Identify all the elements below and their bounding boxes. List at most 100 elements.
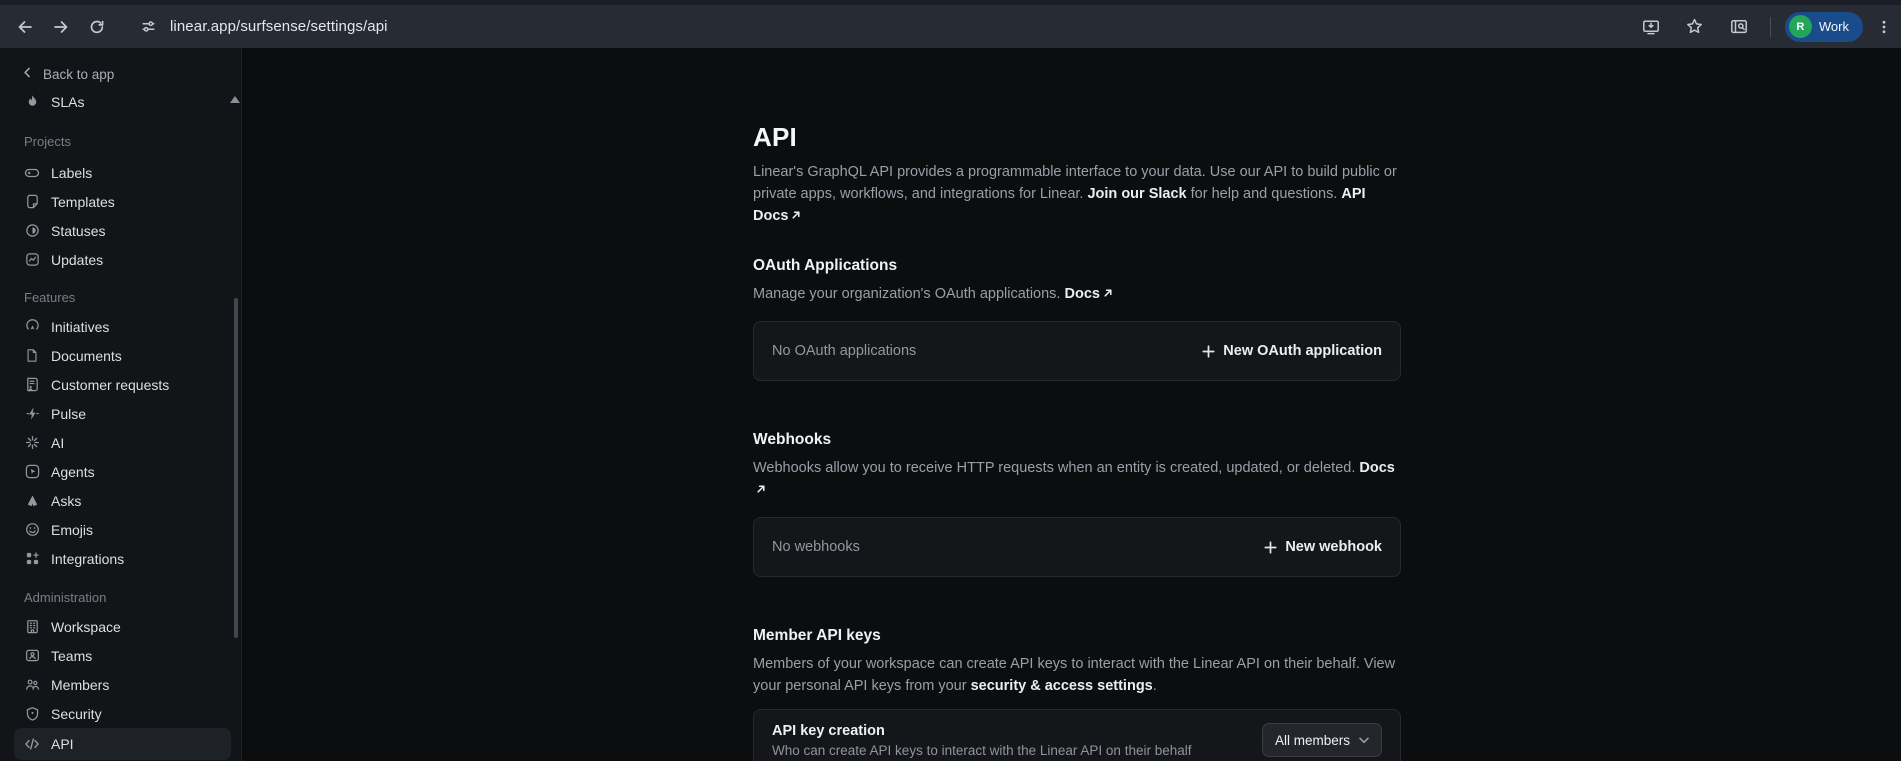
- sidebar-item-security[interactable]: Security: [0, 699, 241, 728]
- sidebar-item-templates[interactable]: Templates: [0, 187, 241, 216]
- teams-icon: [24, 648, 40, 664]
- sidebar-item-api[interactable]: API: [14, 728, 231, 760]
- sidebar-section-projects: Projects: [24, 132, 241, 152]
- sidebar-item-labels[interactable]: Labels: [0, 158, 241, 187]
- sidebar-item-label: Emojis: [51, 522, 93, 538]
- back-to-app-label: Back to app: [43, 67, 114, 82]
- sidebar-item-label: API: [51, 736, 74, 752]
- new-webhook-label: New webhook: [1285, 539, 1382, 555]
- sidebar-item-teams[interactable]: Teams: [0, 641, 241, 670]
- oauth-description-text: Manage your organization's OAuth applica…: [753, 286, 1064, 302]
- sidebar-item-agents[interactable]: Agents: [0, 457, 241, 486]
- new-webhook-button[interactable]: New webhook: [1264, 539, 1382, 555]
- sidebar-item-label: Labels: [51, 165, 92, 181]
- oauth-applications-card: No OAuth applications New OAuth applicat…: [753, 321, 1401, 381]
- integrations-icon: [24, 551, 40, 567]
- search-panel-icon[interactable]: [1722, 10, 1756, 44]
- new-oauth-application-button[interactable]: New OAuth application: [1202, 343, 1382, 359]
- sidebar-item-label: Customer requests: [51, 377, 169, 393]
- sidebar-item-documents[interactable]: Documents: [0, 341, 241, 370]
- sidebar-item-label: Templates: [51, 194, 115, 210]
- url-text[interactable]: linear.app/surfsense/settings/api: [170, 18, 388, 35]
- scroll-up-indicator: [230, 96, 240, 103]
- member-api-keys-description: Members of your workspace can create API…: [753, 653, 1401, 697]
- site-settings-icon[interactable]: [136, 15, 160, 39]
- dropdown-value: All members: [1275, 733, 1350, 748]
- join-slack-link[interactable]: Join our Slack: [1087, 186, 1186, 202]
- emoji-icon: [24, 522, 40, 538]
- sidebar-item-label: Workspace: [51, 619, 121, 635]
- bookmark-star-icon[interactable]: [1678, 10, 1712, 44]
- sidebar-item-statuses[interactable]: Statuses: [0, 216, 241, 245]
- plus-icon: [1264, 541, 1277, 554]
- forward-arrow-icon[interactable]: [44, 10, 78, 44]
- chevron-down-icon: [1359, 737, 1369, 744]
- sidebar-item-integrations[interactable]: Integrations: [0, 544, 241, 573]
- back-to-app-button[interactable]: Back to app: [21, 61, 241, 87]
- sidebar-item-label: Pulse: [51, 406, 86, 422]
- customer-requests-icon: [24, 377, 40, 393]
- sidebar-item-members[interactable]: Members: [0, 670, 241, 699]
- api-key-creation-title: API key creation: [772, 723, 1191, 739]
- sidebar-item-updates[interactable]: Updates: [0, 245, 241, 274]
- api-intro-text: Linear's GraphQL API provides a programm…: [753, 161, 1401, 227]
- sidebar-item-label: Integrations: [51, 551, 124, 567]
- status-icon: [24, 223, 40, 239]
- page-title: API: [753, 122, 1401, 153]
- back-arrow-icon[interactable]: [8, 10, 42, 44]
- plus-icon: [1202, 345, 1215, 358]
- sidebar-item-label: Members: [51, 677, 109, 693]
- document-icon: [24, 348, 40, 364]
- browser-toolbar: linear.app/surfsense/settings/api R Work: [0, 5, 1901, 48]
- install-app-icon[interactable]: [1634, 10, 1668, 44]
- sidebar-scrollbar[interactable]: [234, 298, 238, 638]
- browser-chrome: linear.app/surfsense/settings/api R Work: [0, 0, 1901, 48]
- external-link-icon: [1103, 283, 1113, 305]
- sidebar-item-initiatives[interactable]: Initiatives: [0, 312, 241, 341]
- toolbar-separator: [1770, 17, 1771, 37]
- sidebar-item-label: Asks: [51, 493, 81, 509]
- api-key-creation-dropdown[interactable]: All members: [1262, 723, 1382, 757]
- browser-profile-chip[interactable]: R Work: [1785, 12, 1863, 42]
- omnibox[interactable]: linear.app/surfsense/settings/api: [136, 15, 388, 39]
- asks-icon: [24, 493, 40, 509]
- agents-icon: [24, 464, 40, 480]
- flame-icon: [24, 94, 40, 110]
- kebab-menu-icon[interactable]: [1873, 10, 1895, 44]
- sidebar-item-label: Documents: [51, 348, 122, 364]
- sidebar-item-label: Statuses: [51, 223, 105, 239]
- label-icon: [24, 165, 40, 181]
- sidebar-item-label: AI: [51, 435, 64, 451]
- sidebar-item-customer-requests[interactable]: Customer requests: [0, 370, 241, 399]
- sidebar-item-label: Teams: [51, 648, 92, 664]
- webhooks-docs-link[interactable]: Docs: [1359, 460, 1394, 476]
- sidebar-section-features: Features: [24, 288, 241, 308]
- members-icon: [24, 677, 40, 693]
- settings-sidebar: Back to app SLAs Projects Labels Templat…: [0, 48, 242, 761]
- sidebar-item-slas[interactable]: SLAs: [0, 87, 241, 116]
- reload-icon[interactable]: [80, 10, 114, 44]
- sidebar-item-emojis[interactable]: Emojis: [0, 515, 241, 544]
- workspace-icon: [24, 619, 40, 635]
- sidebar-item-workspace[interactable]: Workspace: [0, 612, 241, 641]
- sidebar-item-label: Updates: [51, 252, 103, 268]
- oauth-docs-link[interactable]: Docs: [1064, 286, 1099, 302]
- sidebar-item-label: Security: [51, 706, 102, 722]
- oauth-empty-text: No OAuth applications: [772, 343, 916, 359]
- api-key-creation-text: API key creation Who can create API keys…: [772, 723, 1191, 758]
- new-oauth-application-label: New OAuth application: [1223, 343, 1382, 359]
- settings-main: API Linear's GraphQL API provides a prog…: [242, 48, 1901, 761]
- sidebar-item-ai[interactable]: AI: [0, 428, 241, 457]
- external-link-icon: [756, 479, 766, 501]
- initiatives-icon: [24, 319, 40, 335]
- sidebar-section-administration: Administration: [24, 588, 241, 608]
- chevron-left-icon: [21, 66, 34, 82]
- member-api-keys-description-period: .: [1153, 678, 1157, 694]
- shield-icon: [24, 706, 40, 722]
- webhooks-card: No webhooks New webhook: [753, 517, 1401, 577]
- security-access-settings-link[interactable]: security & access settings: [971, 678, 1153, 694]
- external-link-icon: [791, 205, 801, 227]
- sidebar-item-asks[interactable]: Asks: [0, 486, 241, 515]
- sidebar-item-pulse[interactable]: Pulse: [0, 399, 241, 428]
- sidebar-item-label: Initiatives: [51, 319, 109, 335]
